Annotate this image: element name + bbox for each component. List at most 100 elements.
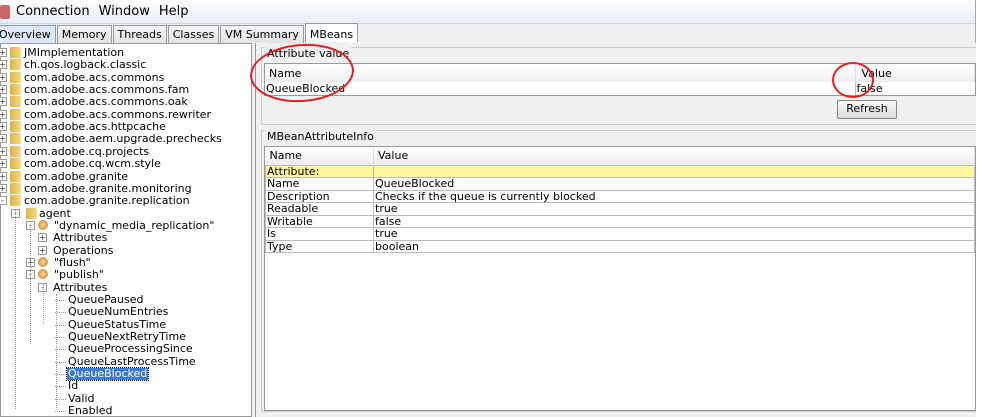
tab-vm-summary[interactable]: VM Summary (220, 25, 304, 43)
tree-node[interactable]: Valid (1, 392, 251, 405)
tree-node-label[interactable]: com.adobe.acs.commons.fam (23, 84, 190, 96)
tree-node[interactable]: + JMImplementation (0, 47, 251, 59)
tree-node[interactable]: + ch.qos.logback.classic (0, 59, 251, 71)
tree-node[interactable]: + "flush" (1, 256, 251, 269)
expand-icon[interactable]: + (0, 109, 7, 119)
menu-help[interactable]: Help (159, 4, 189, 19)
table-row[interactable]: Description Checks if the queue is curren… (265, 189, 975, 203)
tree-node-label[interactable]: com.adobe.granite (23, 170, 129, 183)
tree-node-label[interactable]: Operations (52, 244, 114, 257)
tree-node-label[interactable]: com.adobe.aem.upgrade.prechecks (23, 133, 223, 145)
tab-threads[interactable]: Threads (112, 25, 167, 43)
tree-node[interactable]: - com.adobe.granite.replication (0, 195, 251, 207)
info-col-name-header[interactable]: Name (265, 147, 374, 165)
tab-mbeans[interactable]: MBeans (304, 23, 359, 42)
tree-node-label[interactable]: com.adobe.granite.monitoring (23, 182, 193, 195)
tree-node-label[interactable]: QueueProcessingSince (67, 343, 194, 355)
expand-icon[interactable]: + (0, 97, 7, 107)
expand-icon[interactable]: + (0, 60, 7, 70)
collapse-icon[interactable]: - (0, 196, 7, 206)
expand-icon[interactable]: + (0, 134, 7, 144)
tree-node-label[interactable]: com.adobe.acs.commons.rewriter (23, 108, 212, 121)
tree-node-label[interactable]: com.adobe.acs.httpcache (23, 121, 167, 133)
tree-node[interactable]: QueueLastProcessTime (1, 355, 251, 368)
tree-node-label[interactable]: Id (67, 380, 79, 392)
tree-node[interactable]: - "publish" (1, 269, 251, 281)
table-row[interactable]: Writable false (265, 214, 975, 228)
tree-node[interactable]: + Operations (1, 244, 251, 257)
tree-node[interactable]: + com.adobe.granite.monitoring (0, 182, 251, 195)
tree-node[interactable]: + com.adobe.granite (0, 170, 251, 183)
mbean-tree[interactable]: + JMImplementation + ch.qos.logback.classic… (0, 43, 252, 417)
table-row[interactable]: Attribute: (265, 164, 975, 178)
expand-icon[interactable]: + (0, 72, 7, 82)
table-row[interactable]: Name QueueBlocked (265, 177, 975, 191)
tree-node-label[interactable]: QueueLastProcessTime (67, 355, 197, 368)
expand-icon[interactable]: + (0, 159, 7, 169)
table-row[interactable]: Is true (265, 227, 975, 241)
menu-window[interactable]: Window (99, 4, 150, 19)
tree-node-label[interactable]: com.adobe.acs.commons.oak (23, 96, 189, 108)
expand-icon[interactable]: + (38, 233, 47, 243)
tree-node[interactable]: + com.adobe.acs.commons.oak (0, 96, 251, 108)
tree-node[interactable]: + Attributes (1, 232, 251, 244)
expand-icon[interactable]: + (0, 146, 7, 156)
tree-node[interactable]: QueuePaused (1, 294, 251, 306)
tree-node[interactable]: + com.adobe.cq.projects (0, 145, 251, 158)
tab-memory[interactable]: Memory (56, 25, 112, 43)
tab-classes[interactable]: Classes (167, 25, 220, 43)
expand-icon[interactable]: + (0, 171, 7, 181)
tree-node[interactable]: QueueBlocked (1, 367, 251, 382)
tree-node[interactable]: - Attributes (1, 281, 251, 294)
tree-node-label[interactable]: QueueBlocked (65, 367, 150, 382)
expand-icon[interactable]: + (0, 122, 7, 132)
expand-icon[interactable]: + (0, 48, 7, 57)
tree-node-label[interactable]: Attributes (52, 232, 108, 244)
tree-node-label[interactable]: com.adobe.cq.wcm.style (23, 158, 162, 170)
tree-node-label[interactable]: QueueNumEntries (67, 306, 169, 318)
tree-node[interactable]: + com.adobe.acs.httpcache (0, 121, 251, 133)
tab-overview[interactable]: Overview (0, 25, 56, 43)
table-row[interactable]: Readable true (265, 202, 975, 216)
tree-node[interactable]: QueueStatusTime (1, 318, 251, 331)
menu-connection[interactable]: Connection (16, 4, 90, 19)
tree-node-label[interactable]: QueuePaused (67, 294, 144, 306)
tree-node-label[interactable]: Valid (67, 392, 96, 405)
tree-node[interactable]: + com.adobe.cq.wcm.style (0, 158, 251, 170)
tree-node[interactable]: - "dynamic_media_replication" (1, 219, 251, 232)
col-value-header[interactable]: Value (855, 64, 975, 82)
tree-node[interactable]: + com.adobe.acs.commons.fam (0, 84, 251, 96)
tree-node[interactable]: + com.adobe.acs.commons (0, 71, 251, 84)
expand-icon[interactable]: + (38, 245, 47, 255)
tree-node-label[interactable]: "dynamic_media_replication" (53, 219, 215, 232)
tree-node-label[interactable]: com.adobe.granite.replication (23, 195, 191, 207)
table-row[interactable]: Type boolean (265, 239, 975, 253)
tree-node-label[interactable]: Enabled (67, 405, 113, 417)
tree-node[interactable]: QueueNumEntries (1, 306, 251, 318)
tree-node[interactable]: Enabled (1, 405, 251, 417)
attr-value-cell[interactable]: false (854, 82, 975, 95)
tree-node-label[interactable]: "publish" (53, 269, 105, 281)
expand-icon[interactable]: + (0, 183, 7, 193)
tree-node[interactable]: + com.adobe.aem.upgrade.prechecks (0, 133, 251, 145)
tree-node-label[interactable]: QueueStatusTime (67, 318, 167, 331)
tree-node-label[interactable]: QueueNextRetryTime (67, 331, 187, 343)
tree-node[interactable]: QueueProcessingSince (1, 343, 251, 355)
name-cell: Name (265, 177, 374, 191)
info-col-value-header[interactable]: Value (373, 147, 975, 165)
tree-node[interactable]: Id (1, 380, 251, 392)
tree-node[interactable]: - agent (1, 207, 251, 220)
table-row[interactable]: QueueBlocked false (265, 82, 975, 95)
expand-icon[interactable]: + (0, 85, 7, 95)
col-name-header[interactable]: Name (265, 64, 856, 82)
tree-node-label[interactable]: JMImplementation (23, 47, 125, 59)
tree-node-label[interactable]: com.adobe.acs.commons (23, 71, 165, 84)
refresh-button[interactable]: Refresh (837, 100, 897, 119)
tree-node-label[interactable]: ch.qos.logback.classic (23, 59, 147, 71)
tree-node-label[interactable]: "flush" (53, 256, 92, 269)
tree-node-label[interactable]: agent (38, 207, 72, 220)
tree-node[interactable]: + com.adobe.acs.commons.rewriter (0, 108, 251, 121)
tree-node-label[interactable]: Attributes (52, 281, 108, 294)
tree-node[interactable]: QueueNextRetryTime (1, 331, 251, 343)
tree-node-label[interactable]: com.adobe.cq.projects (23, 145, 150, 158)
